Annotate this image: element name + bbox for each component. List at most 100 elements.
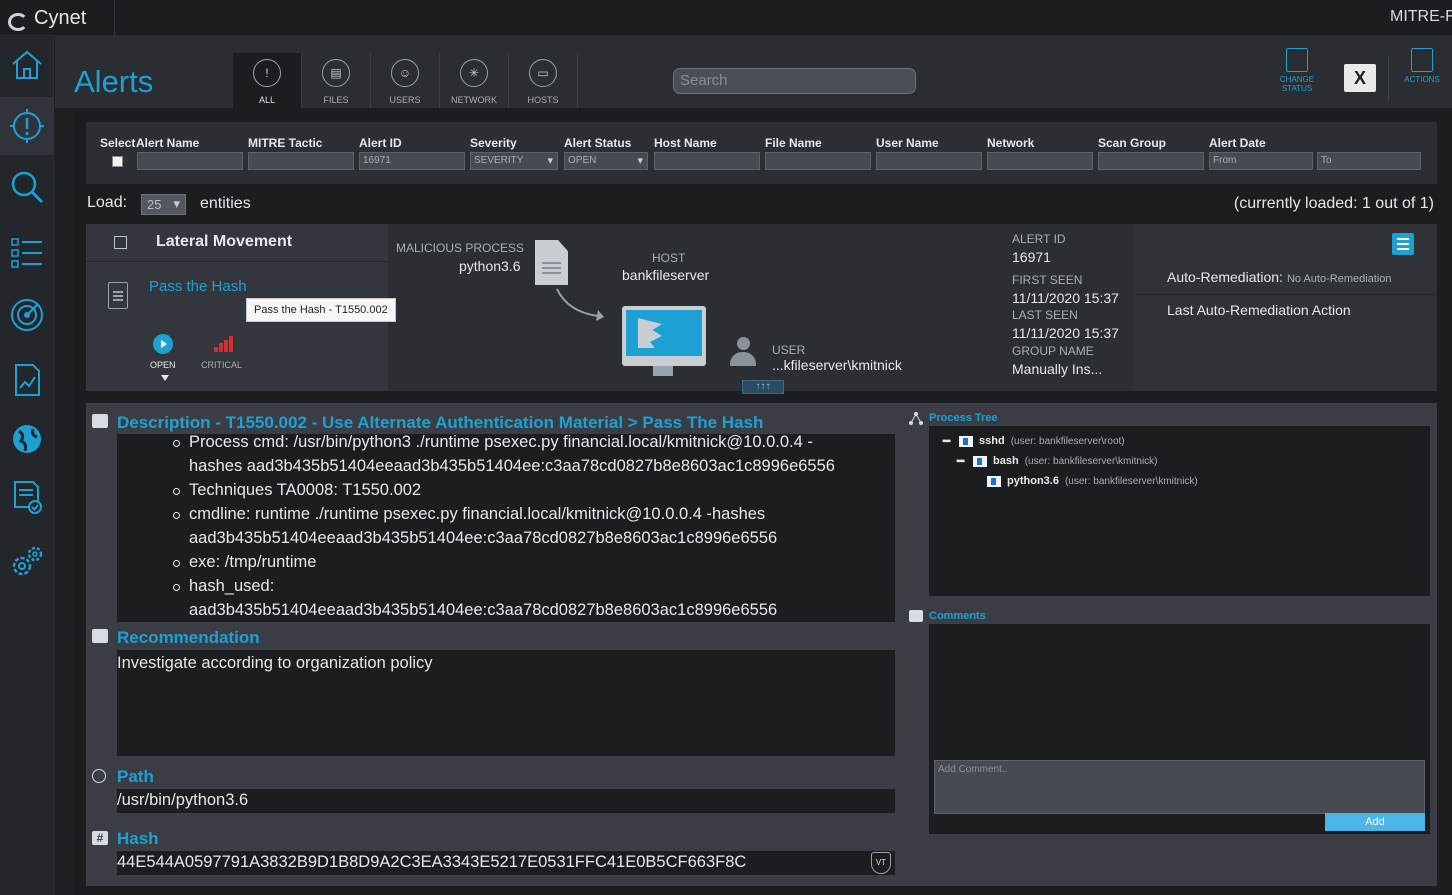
home-icon [12, 50, 42, 79]
add-comment-button[interactable]: Add [1325, 813, 1425, 831]
search-input[interactable]: Search [673, 68, 916, 94]
host-value[interactable]: bankfileserver [622, 267, 709, 283]
auto-remediation: Auto-Remediation: No Auto-Remediation [1167, 269, 1392, 285]
description-line: Process cmd: /usr/bin/python3 ./runtime … [173, 434, 895, 454]
process-icon [987, 475, 1001, 487]
process-name: sshd [979, 435, 1005, 447]
alert-id-value: 16971 [1012, 249, 1051, 265]
tab-label: NETWORK [451, 95, 497, 105]
path-icon [92, 769, 106, 783]
description-list: Process cmd: /usr/bin/python3 ./runtime … [117, 434, 895, 622]
nav-search[interactable] [0, 158, 54, 216]
user-name-label: User Name [876, 136, 939, 150]
description-line: aad3b435b51404eeaad3b435b51404ee:c3aa78c… [189, 529, 778, 547]
tab-files[interactable]: ▤ FILES [302, 53, 371, 108]
file-target-icon: ▤ [322, 59, 350, 87]
comment-icon [909, 610, 923, 622]
tab-all[interactable]: ! ALL [233, 53, 302, 108]
document-icon [108, 282, 128, 309]
arrow-icon [556, 288, 604, 321]
network-input[interactable] [987, 152, 1093, 170]
auto-remediation-value: No Auto-Remediation [1286, 273, 1392, 285]
collapse-icon[interactable]: ━ [943, 434, 953, 448]
user-name-input[interactable] [876, 152, 982, 170]
search-icon [11, 171, 44, 204]
tab-hosts[interactable]: ▭ HOSTS [509, 53, 578, 108]
excel-export-button[interactable]: X [1344, 64, 1376, 92]
chevron-down-icon[interactable] [161, 375, 169, 381]
side-nav [0, 36, 54, 895]
alert-name-link[interactable]: Pass the Hash [149, 278, 247, 295]
nav-list[interactable] [0, 224, 54, 282]
cynet-logo[interactable]: Cynet [8, 7, 86, 31]
page-header: Alerts ! ALL ▤ FILES ☺ USERS ✳ NETWORK ▭… [55, 36, 1452, 108]
alert-status-label: Alert Status [564, 136, 632, 150]
alert-header: Lateral Movement [86, 224, 388, 262]
severity-select[interactable]: SEVERITY [470, 152, 558, 170]
tab-label: USERS [389, 95, 421, 105]
malicious-process-value: python3.6 [459, 258, 521, 274]
divider [1134, 294, 1437, 295]
computer-icon [622, 306, 706, 366]
alert-checkbox[interactable] [114, 236, 127, 249]
tab-users[interactable]: ☺ USERS [371, 53, 440, 108]
nav-globe[interactable] [0, 410, 54, 468]
date-to-input[interactable]: To [1317, 152, 1421, 170]
tab-network[interactable]: ✳ NETWORK [440, 53, 509, 108]
mitre-tactic-input[interactable] [248, 152, 354, 170]
description-box[interactable]: Process cmd: /usr/bin/python3 ./runtime … [117, 434, 895, 622]
host-name-input[interactable] [654, 152, 760, 170]
process-node[interactable]: ━ sshd (user: bankfileserver\root) [943, 434, 1125, 448]
description-line: aad3b435b51404eeaad3b435b51404ee:c3aa78c… [189, 601, 778, 619]
process-name: bash [993, 455, 1019, 467]
alert-date-label: Alert Date [1209, 136, 1266, 150]
comment-input[interactable]: Add Comment.. [934, 760, 1425, 814]
comments-title: Comments [929, 610, 986, 622]
nav-home[interactable] [0, 36, 54, 94]
file-icon [535, 240, 568, 285]
nav-radar[interactable] [0, 286, 54, 344]
user-value[interactable]: ...kfileserver\kmitnick [772, 357, 902, 373]
user-label: USER [772, 343, 806, 357]
actions-label: ACTIONS [1404, 75, 1440, 84]
collapse-icon[interactable]: ━ [957, 454, 967, 468]
alert-id-label: Alert ID [359, 136, 402, 150]
virustotal-button[interactable]: VT [871, 852, 891, 874]
process-node[interactable]: python3.6 (user: bankfileserver\kmitnick… [987, 475, 1198, 487]
settings-icon [12, 546, 43, 576]
description-line: exe: /tmp/runtime [173, 550, 895, 574]
alert-id-input[interactable]: 16971 [359, 152, 465, 170]
load-count-select[interactable]: 25 [141, 194, 186, 215]
actions-button[interactable]: ACTIONS [1400, 48, 1444, 84]
actions-list-icon [1411, 48, 1433, 72]
file-name-input[interactable] [765, 152, 871, 170]
process-tree: ━ sshd (user: bankfileserver\root) ━ bas… [929, 426, 1430, 596]
nav-alerts[interactable] [0, 97, 54, 155]
group-name-label: GROUP NAME [1012, 344, 1094, 358]
list-icon [11, 238, 42, 268]
nav-settings[interactable] [0, 533, 54, 591]
process-node[interactable]: ━ bash (user: bankfileserver\kmitnick) [957, 454, 1158, 468]
expand-button[interactable]: ↑↑↑ [742, 380, 784, 394]
description-title: Description - T1550.002 - Use Alternate … [117, 413, 764, 432]
alert-type: Lateral Movement [156, 233, 293, 250]
mitre-link[interactable]: MITRE-F [1390, 8, 1452, 26]
severity-bars-icon [214, 336, 234, 352]
remediation-panel: Auto-Remediation: No Auto-Remediation Las… [1134, 224, 1437, 391]
remediation-list-icon[interactable] [1392, 233, 1414, 255]
first-seen-value: 11/11/2020 15:37 [1012, 290, 1119, 306]
scan-group-input[interactable] [1098, 152, 1204, 170]
change-status-button[interactable]: CHANGE STATUS [1277, 48, 1317, 93]
info-icon [92, 414, 108, 428]
process-user: (user: bankfileserver\root) [1010, 435, 1125, 447]
alert-status-select[interactable]: OPEN [564, 152, 648, 170]
alert-tabs: ! ALL ▤ FILES ☺ USERS ✳ NETWORK ▭ HOSTS [233, 53, 578, 108]
alert-name-input[interactable] [137, 152, 243, 170]
path-title: Path [117, 767, 154, 786]
hash-icon: # [92, 831, 108, 845]
select-all-checkbox[interactable] [112, 156, 123, 167]
date-from-input[interactable]: From [1209, 152, 1313, 170]
nav-report[interactable] [0, 351, 54, 409]
nav-checklist[interactable] [0, 468, 54, 526]
status-open-icon[interactable] [153, 334, 173, 354]
